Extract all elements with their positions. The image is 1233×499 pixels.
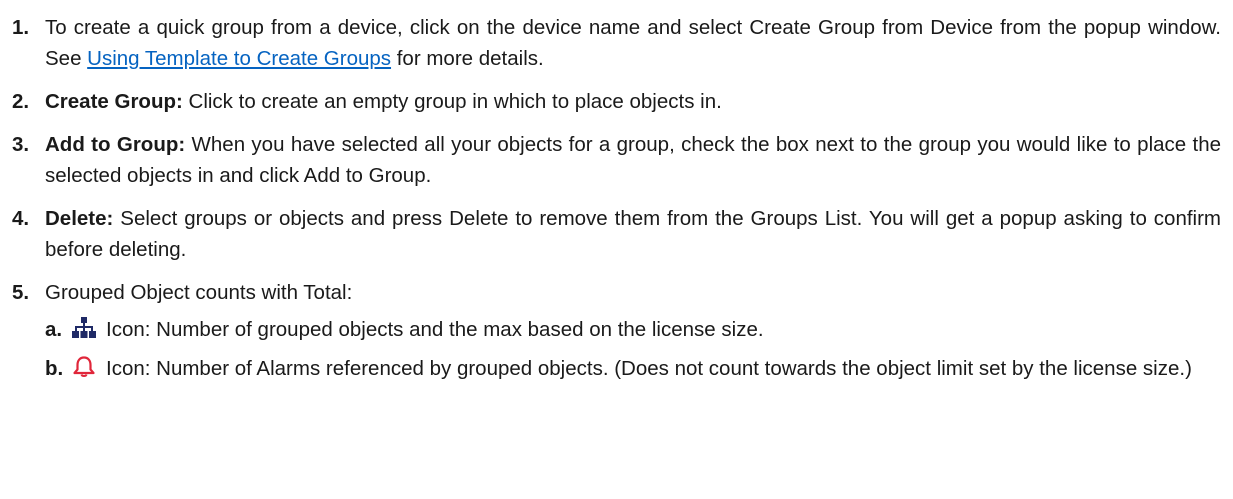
list-number: 5. (12, 281, 30, 304)
item-description: When you have selected all your objects … (45, 133, 1222, 187)
list-number: 3. (12, 133, 30, 156)
icon-term: Icon: (106, 357, 151, 380)
list-item-5: 5. Grouped Object counts with Total: (12, 277, 1221, 308)
create-group-term: Create Group: (45, 90, 183, 113)
item-description: Select groups or objects and press Delet… (45, 207, 1221, 261)
sub-letter: a. (45, 318, 63, 341)
hierarchy-icon (72, 317, 96, 339)
sub-letter: b. (45, 357, 64, 380)
list-item-3: 3. Add to Group: When you have selected … (12, 129, 1221, 191)
using-template-link[interactable]: Using Template to Create Groups (87, 47, 391, 70)
list-number: 1. (12, 16, 30, 39)
sub-item-a: a. Icon: Number of grouped objects and t… (12, 314, 1221, 345)
item-text-after-link: for more details. (391, 47, 544, 70)
list-item-1: 1. To create a quick group from a device… (12, 12, 1221, 74)
document-page: 1. To create a quick group from a device… (0, 0, 1233, 499)
sub-item-description: Number of grouped objects and the max ba… (150, 318, 764, 341)
item-description: Grouped Object counts with Total: (45, 281, 353, 304)
bell-icon (72, 356, 96, 378)
list-number: 4. (12, 207, 30, 230)
list-number: 2. (12, 90, 30, 113)
sub-item-description: Number of Alarms referenced by grouped o… (150, 357, 1192, 380)
list-item-4: 4. Delete: Select groups or objects and … (12, 203, 1221, 265)
add-to-group-term: Add to Group: (45, 133, 186, 156)
delete-term: Delete: (45, 207, 114, 230)
sub-item-b: b. Icon: Number of Alarms referenced by … (12, 353, 1221, 384)
icon-term: Icon: (106, 318, 151, 341)
item-description: Click to create an empty group in which … (182, 90, 722, 113)
list-item-2: 2. Create Group: Click to create an empt… (12, 86, 1221, 117)
